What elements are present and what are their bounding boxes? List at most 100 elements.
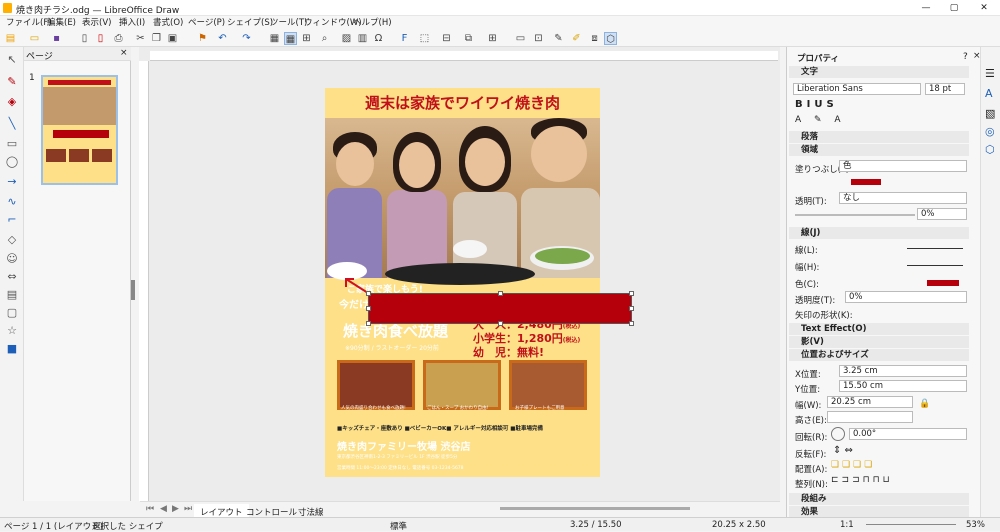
resize-handle-bc[interactable]: [498, 321, 503, 326]
sidebar-help[interactable]: ?: [963, 52, 968, 62]
fontwork-icon[interactable]: F: [398, 32, 411, 45]
points-icon[interactable]: ✎: [552, 32, 565, 45]
resize-handle-mr[interactable]: [629, 306, 634, 311]
insert-image-icon[interactable]: ▨: [340, 32, 353, 45]
shop-hours[interactable]: 営業時間 11:00〜23:00 定休日なし 電話番号 03-1234-5678: [337, 465, 464, 471]
text-color-buttons[interactable]: A ✎ A: [795, 115, 846, 125]
section-position-size[interactable]: 位置およびサイズ: [789, 349, 969, 361]
resize-handle-tr[interactable]: [629, 291, 634, 296]
maximize-button[interactable]: ▢: [944, 2, 964, 14]
menu-format[interactable]: 書式(O): [151, 17, 185, 30]
flyer-line-2[interactable]: 今だけ: [339, 296, 369, 311]
undo-icon[interactable]: ↶: [216, 32, 229, 45]
flyer-sub-offer[interactable]: ※90分制 / ラストオーダー 20分前: [345, 343, 439, 352]
transparency-select[interactable]: なし: [839, 192, 967, 204]
line-tool-icon[interactable]: ╲: [4, 117, 20, 131]
status-zoom[interactable]: 53%: [966, 520, 985, 530]
export-icon[interactable]: ▯: [78, 32, 91, 45]
menu-help[interactable]: ヘルプ(H): [351, 17, 394, 30]
shop-address[interactable]: 東京都渋谷区神南1-2-3 ファミリービル 1F 渋谷駅 徒歩5分: [337, 454, 457, 460]
y-position-field[interactable]: 15.50 cm: [839, 380, 967, 392]
resize-handle-tc[interactable]: [498, 291, 503, 296]
height-field[interactable]: [827, 411, 913, 423]
helplines-icon[interactable]: ▦: [284, 32, 297, 45]
next-page-icon[interactable]: ▶: [172, 504, 179, 514]
properties-deck-icon[interactable]: ☰: [985, 67, 995, 80]
section-shadow[interactable]: 影(V): [789, 336, 969, 348]
flowchart-icon[interactable]: ▤: [4, 288, 20, 302]
arrange-icons[interactable]: ❏❏❏❏: [831, 460, 875, 470]
rotation-field[interactable]: 0.00°: [849, 428, 967, 440]
menu-edit[interactable]: 編集(E): [45, 17, 78, 30]
select-tool-icon[interactable]: ↖: [4, 53, 20, 67]
lines-arrows-icon[interactable]: →: [4, 175, 20, 189]
section-columns[interactable]: 段組み: [789, 493, 969, 505]
arrange-icon[interactable]: ⧉: [462, 32, 475, 45]
stars-icon[interactable]: ☆: [4, 324, 20, 338]
section-paragraph[interactable]: 段落: [789, 131, 969, 143]
align-objects-icon[interactable]: ⊟: [440, 32, 453, 45]
section-character[interactable]: 文字: [789, 66, 969, 78]
resize-handle-br[interactable]: [629, 321, 634, 326]
text-format-buttons[interactable]: BIUS: [795, 99, 838, 110]
rectangle-tool-icon[interactable]: ▭: [4, 137, 20, 151]
show-draw-functions-icon[interactable]: ⬡: [604, 32, 617, 45]
line-color-swatch[interactable]: [927, 280, 959, 286]
family-photo[interactable]: [325, 118, 600, 285]
grid-icon[interactable]: ▦: [268, 32, 281, 45]
x-position-field[interactable]: 3.25 cm: [839, 365, 967, 377]
vertical-ruler[interactable]: [139, 61, 149, 501]
horizontal-ruler[interactable]: [150, 51, 778, 61]
symbol-shapes-icon[interactable]: ☺: [4, 252, 20, 266]
transparency-percent[interactable]: 0%: [917, 208, 967, 220]
font-name-box[interactable]: Liberation Sans: [793, 83, 921, 95]
keep-ratio-icon[interactable]: 🔒: [919, 399, 930, 409]
menu-page[interactable]: ページ(P): [186, 17, 227, 30]
fill-color-icon[interactable]: ◈: [4, 95, 20, 109]
shapes-deck-icon[interactable]: ⬡: [985, 143, 995, 156]
minimize-button[interactable]: —: [916, 2, 936, 14]
cut-icon[interactable]: ✂: [134, 32, 147, 45]
rice-soup-photo[interactable]: [423, 360, 501, 410]
basic-shapes-icon[interactable]: ◇: [4, 233, 20, 247]
width-field[interactable]: 20.25 cm: [827, 396, 913, 408]
styles-deck-icon[interactable]: A: [985, 87, 993, 100]
pages-panel-close[interactable]: ×: [120, 48, 128, 58]
insert-special-char-icon[interactable]: Ω: [372, 32, 385, 45]
close-button[interactable]: ✕: [974, 2, 994, 14]
fill-color-swatch[interactable]: [851, 179, 881, 185]
line-color-icon[interactable]: ✎: [4, 75, 20, 89]
section-text-effect[interactable]: Text Effect(O): [789, 323, 969, 335]
flyer-title[interactable]: 週末は家族でワイワイ焼き肉: [325, 92, 600, 113]
rotation-dial[interactable]: [831, 427, 845, 441]
transparency-slider[interactable]: [795, 214, 915, 216]
line-style-select[interactable]: [907, 248, 963, 249]
section-line[interactable]: 線(J): [789, 227, 969, 239]
copy-icon[interactable]: ❐: [150, 32, 163, 45]
resize-handle-tl[interactable]: [366, 291, 371, 296]
zoom-pan-icon[interactable]: ⊞: [300, 32, 313, 45]
fill-type-select[interactable]: 色: [839, 160, 967, 172]
shadow-icon[interactable]: ▭: [514, 32, 527, 45]
export-pdf-icon[interactable]: ▯: [94, 32, 107, 45]
menu-insert[interactable]: 挿入(I): [117, 17, 147, 30]
clone-formatting-icon[interactable]: ⚑: [196, 32, 209, 45]
redo-icon[interactable]: ↷: [240, 32, 253, 45]
selected-red-rectangle[interactable]: [368, 293, 632, 324]
open-icon[interactable]: ▭: [28, 32, 41, 45]
resize-handle-ml[interactable]: [366, 306, 371, 311]
print-icon[interactable]: ⎙: [112, 32, 125, 45]
zoom-icon[interactable]: ⌕: [318, 32, 331, 45]
shop-name[interactable]: 焼き肉ファミリー牧場 渋谷店: [337, 438, 470, 453]
ellipse-tool-icon[interactable]: ◯: [4, 155, 20, 169]
save-icon[interactable]: ▪: [50, 32, 63, 45]
prev-page-icon[interactable]: ◀: [160, 504, 167, 514]
new-icon[interactable]: ▤: [4, 32, 17, 45]
align-icons[interactable]: ⊏⊐⊐⊓⊓⊔: [831, 475, 893, 485]
gallery-deck-icon[interactable]: ▧: [985, 107, 995, 120]
menu-view[interactable]: 表示(V): [80, 17, 113, 30]
3d-objects-icon[interactable]: ■: [4, 342, 20, 356]
page-thumbnail[interactable]: [41, 75, 118, 185]
last-page-icon[interactable]: ⏭: [184, 504, 192, 514]
kids-plate-photo[interactable]: [509, 360, 587, 410]
